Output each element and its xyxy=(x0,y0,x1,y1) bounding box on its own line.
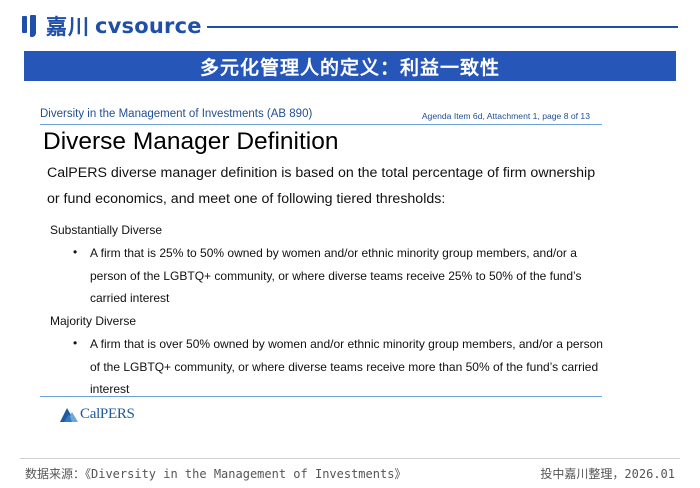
slide-intro-paragraph: CalPERS diverse manager definition is ba… xyxy=(47,165,596,207)
tier-label-majority-diverse: Majority Diverse xyxy=(50,314,137,328)
slide-top-divider xyxy=(40,124,602,125)
brand-name-cn: 嘉川 xyxy=(46,15,90,39)
footer-source: 数据来源：《Diversity in the Management of Inv… xyxy=(25,467,407,481)
bullet-marker: • xyxy=(73,336,78,350)
title-banner: 多元化管理人的定义：利益一致性 xyxy=(24,51,676,81)
slide-title: Diverse Manager Definition xyxy=(43,128,339,155)
tier-description-majority-diverse: A firm that is over 50% owned by women a… xyxy=(90,337,603,396)
tier-label-substantially-diverse: Substantially Diverse xyxy=(50,223,163,237)
page-title: 多元化管理人的定义：利益一致性 xyxy=(199,56,500,79)
cvsource-logo-icon xyxy=(20,13,42,39)
brand-logo: 嘉川 cvsource xyxy=(20,10,202,42)
calpers-mountain-icon xyxy=(60,408,78,422)
header-divider xyxy=(207,26,678,28)
slide-bottom-divider xyxy=(40,396,602,397)
footer-credit: 投中嘉川整理，2026.01 xyxy=(540,467,675,481)
slide-header-title: Diversity in the Management of Investmen… xyxy=(40,108,313,120)
calpers-logo: CalPERS xyxy=(60,404,135,424)
footer-divider xyxy=(20,458,680,459)
tier-description-substantially-diverse: A firm that is 25% to 50% owned by women… xyxy=(90,246,582,305)
brand-name-en: cvsource xyxy=(95,14,202,38)
calpers-logo-text: CalPERS xyxy=(80,405,135,422)
slide-header-page-ref: Agenda Item 6d, Attachment 1, page 8 of … xyxy=(421,111,590,121)
bullet-marker: • xyxy=(73,245,78,259)
